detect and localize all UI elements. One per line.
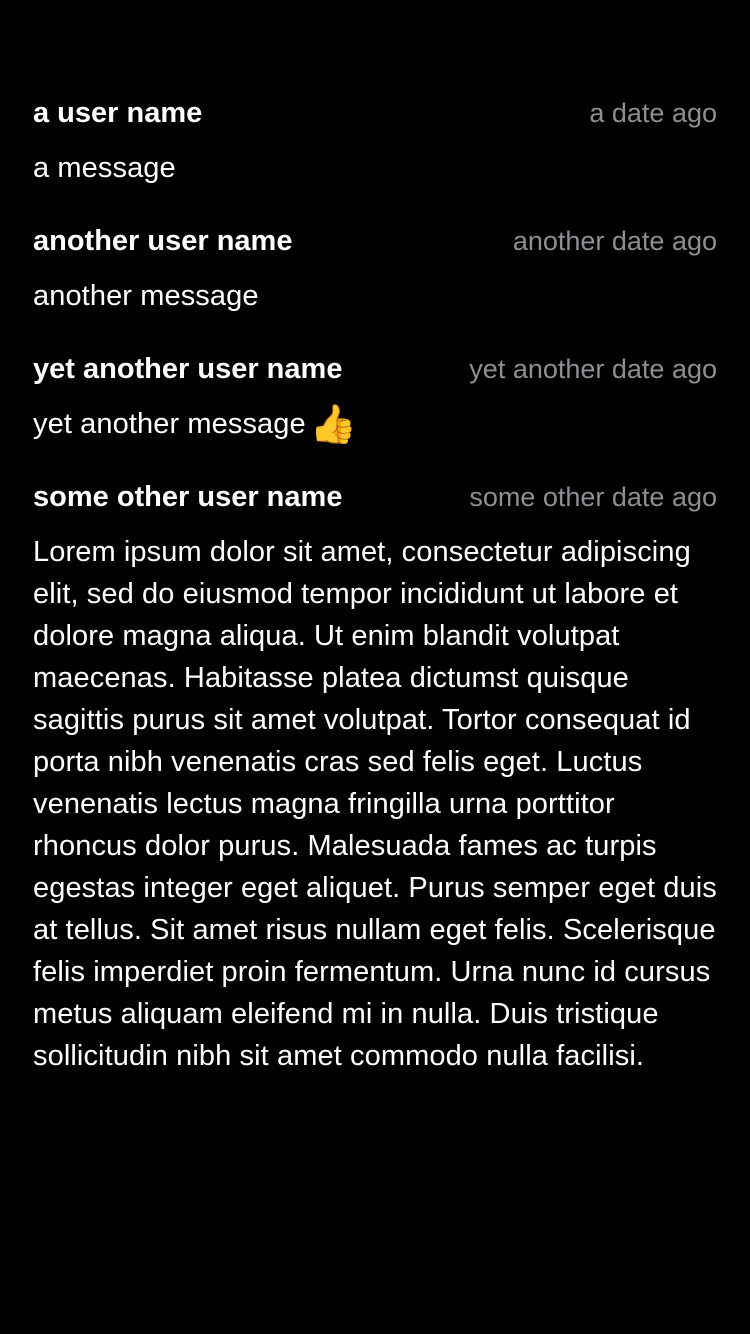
comment-message: a message xyxy=(33,147,717,189)
comment-message-text: a message xyxy=(33,152,176,184)
comment-timestamp: some other date ago xyxy=(469,482,717,512)
comment-header: yet another user name yet another date a… xyxy=(33,349,717,389)
comment-message-text: yet another message xyxy=(33,408,306,440)
comment-item: a user name a date ago a message xyxy=(33,93,717,189)
comment-timestamp: a date ago xyxy=(589,98,717,128)
comment-message-text: another message xyxy=(33,280,259,312)
comment-timestamp: yet another date ago xyxy=(469,354,717,384)
comment-header: some other user name some other date ago xyxy=(33,477,717,517)
comment-list: a user name a date ago a message another… xyxy=(33,93,717,1109)
comment-item: yet another user name yet another date a… xyxy=(33,349,717,445)
comment-message: another message xyxy=(33,275,717,317)
comment-user-name[interactable]: some other user name xyxy=(33,477,342,517)
comment-user-name[interactable]: yet another user name xyxy=(33,349,342,389)
comment-item: another user name another date ago anoth… xyxy=(33,221,717,317)
comment-message: yet another message 👍 xyxy=(33,403,717,445)
comment-user-name[interactable]: a user name xyxy=(33,93,202,133)
comment-message-text: Lorem ipsum dolor sit amet, consectetur … xyxy=(33,536,717,1072)
thumbs-up-icon: 👍 xyxy=(309,404,358,446)
comment-user-name[interactable]: another user name xyxy=(33,221,292,261)
comment-header: a user name a date ago xyxy=(33,93,717,133)
comment-timestamp: another date ago xyxy=(512,226,717,256)
comment-message: Lorem ipsum dolor sit amet, consectetur … xyxy=(33,531,717,1077)
comment-item: some other user name some other date ago… xyxy=(33,477,717,1077)
comment-header: another user name another date ago xyxy=(33,221,717,261)
